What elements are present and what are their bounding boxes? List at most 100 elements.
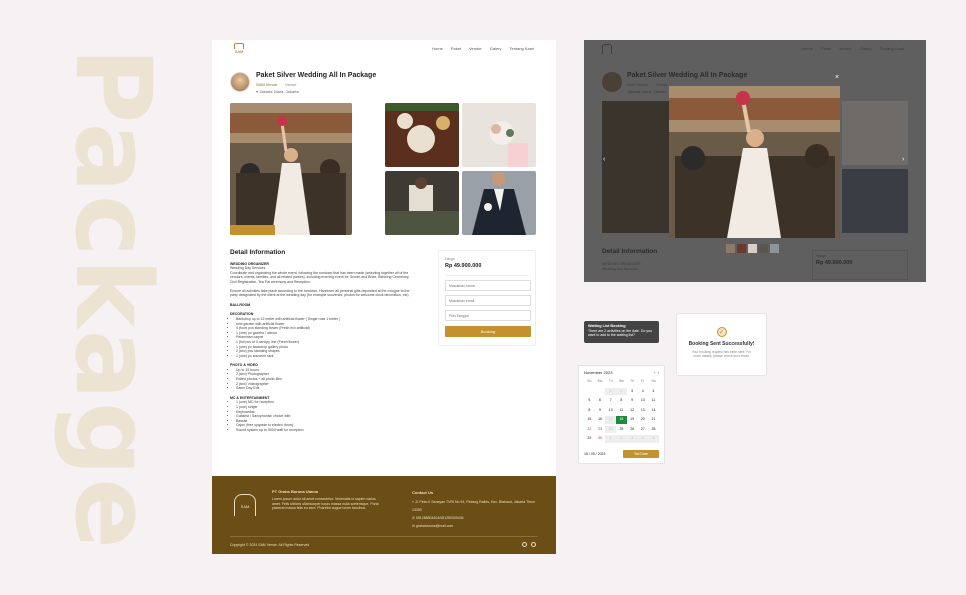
day-cell[interactable]: 27 bbox=[637, 426, 648, 434]
nav-galery[interactable]: Galery bbox=[860, 46, 872, 51]
day-cell[interactable]: 12 bbox=[627, 407, 638, 415]
day-cell[interactable]: 28 bbox=[648, 426, 659, 434]
day-cell[interactable]: 11 bbox=[616, 407, 627, 415]
thumbnail[interactable] bbox=[748, 244, 757, 253]
weekday-label: Su bbox=[587, 379, 592, 383]
weekday-label: Th bbox=[630, 379, 635, 383]
day-cell[interactable]: 22 bbox=[584, 426, 595, 434]
name-input[interactable] bbox=[445, 280, 531, 291]
booking-button[interactable]: Booking bbox=[445, 326, 531, 337]
day-cell: 1 bbox=[605, 387, 617, 395]
day-cell[interactable]: 15 bbox=[584, 416, 595, 424]
nav-menu: Home Paket Vendor Galery Tentang Kami bbox=[432, 46, 534, 51]
day-cell[interactable]: 16 bbox=[595, 416, 606, 424]
day-cell[interactable]: 8 bbox=[584, 407, 595, 415]
price-value: Rp 49.900.000 bbox=[816, 260, 853, 266]
nav-vendor[interactable]: Vendor bbox=[839, 46, 852, 51]
email-input[interactable] bbox=[445, 295, 531, 306]
success-title: Booking Sent Successfully! bbox=[688, 341, 755, 347]
detail-heading: Detail Information bbox=[602, 248, 658, 255]
nav-home[interactable]: Home bbox=[432, 46, 443, 51]
next-arrow-icon[interactable]: › bbox=[902, 156, 904, 163]
footer-divider bbox=[230, 536, 538, 537]
nav-galery[interactable]: Galery bbox=[490, 46, 502, 51]
prev-arrow-icon[interactable]: ‹ bbox=[603, 156, 605, 163]
day-cell[interactable]: 10 bbox=[637, 397, 648, 405]
decoration-list: Backdrop up to 12 meter with artificial … bbox=[230, 317, 415, 358]
thumbnail[interactable] bbox=[759, 244, 768, 253]
day-cell[interactable]: 21 bbox=[648, 416, 659, 424]
copyright: Copyright © 2024 SAM Venue. All Rights R… bbox=[230, 543, 310, 547]
gallery-photo-table[interactable] bbox=[385, 103, 459, 167]
thumbnail[interactable] bbox=[737, 244, 746, 253]
day-cell[interactable]: 4 bbox=[637, 388, 648, 396]
wo-title: WEDDING ORGANIZER bbox=[602, 262, 641, 266]
day-cell[interactable]: 14 bbox=[648, 407, 659, 415]
vendor-avatar bbox=[602, 72, 622, 92]
day-cell[interactable]: 24 bbox=[605, 425, 617, 433]
nav-vendor[interactable]: Vendor bbox=[469, 46, 482, 51]
day-cell[interactable]: 25 bbox=[616, 426, 627, 434]
day-cell[interactable]: 9 bbox=[627, 397, 638, 405]
footer-address: Jl. Pintu II Senayan TVRI No 94, Pintang… bbox=[412, 500, 535, 512]
day-cell[interactable]: 20 bbox=[637, 416, 648, 424]
nav-paket[interactable]: Paket bbox=[821, 46, 831, 51]
day-cell[interactable]: 8 bbox=[616, 397, 627, 405]
vendor-type: Venue bbox=[656, 82, 668, 87]
day-cell[interactable]: 13 bbox=[637, 407, 648, 415]
day-cell[interactable]: 7 bbox=[605, 397, 616, 405]
day-cell[interactable]: 9 bbox=[595, 407, 606, 415]
gallery-photo-flowers[interactable] bbox=[462, 103, 536, 167]
day-cell[interactable]: 5 bbox=[584, 397, 595, 405]
package-detail-page: SAM Home Paket Vendor Galery Tentang Kam… bbox=[212, 40, 556, 554]
gallery-photo-groom[interactable] bbox=[462, 171, 536, 235]
day-cell[interactable]: 29 bbox=[584, 435, 595, 443]
day-cell[interactable]: 11 bbox=[648, 397, 659, 405]
list-item: Sound system up to 5000 watt for recepti… bbox=[236, 428, 415, 433]
detail-information: Detail Information WEDDING ORGANIZER Wed… bbox=[230, 250, 415, 433]
calendar-grid: Su Mo Tu We Th Fr Sa 1 2 3 4 4 5 6 7 8 9… bbox=[584, 378, 659, 443]
date-input[interactable] bbox=[445, 310, 531, 321]
prev-month-icon[interactable]: ‹ bbox=[654, 370, 655, 375]
logo bbox=[602, 44, 612, 54]
day-cell-selected[interactable]: 18 bbox=[616, 416, 627, 424]
day-cell[interactable]: 30 bbox=[595, 435, 606, 443]
day-cell[interactable]: 10 bbox=[605, 407, 616, 415]
day-cell[interactable]: 3 bbox=[627, 388, 638, 396]
footer-email[interactable]: grahabaruna@mail.com bbox=[416, 524, 453, 528]
gallery-main-photo bbox=[602, 101, 672, 233]
month-label[interactable]: November 2023 bbox=[584, 370, 612, 375]
background-word: Package bbox=[52, 47, 174, 551]
day-cell: 3 bbox=[626, 435, 638, 443]
thumbnail[interactable] bbox=[726, 244, 735, 253]
day-cell[interactable]: 17 bbox=[605, 416, 617, 424]
footer-phone[interactable]: 081288804404/081250309434 bbox=[416, 516, 464, 520]
day-cell[interactable]: 19 bbox=[627, 416, 638, 424]
facebook-icon[interactable] bbox=[522, 542, 527, 547]
vendor-avatar bbox=[230, 72, 250, 92]
nav-paket[interactable]: Paket bbox=[451, 46, 461, 51]
day-cell[interactable]: 23 bbox=[595, 426, 606, 434]
nav-tentang-kami[interactable]: Tentang Kami bbox=[510, 46, 534, 51]
check-icon: ✓ bbox=[716, 327, 727, 337]
logo[interactable]: SAM bbox=[232, 43, 246, 56]
nav-home[interactable]: Home bbox=[802, 46, 813, 51]
date-picker: November 2023 ‹ › Su Mo Tu We Th Fr Sa 1… bbox=[578, 365, 665, 464]
vendor-name[interactable]: SAM Venue bbox=[256, 82, 277, 87]
nav-tentang-kami[interactable]: Tentang Kami bbox=[880, 46, 904, 51]
gallery-photo-bride[interactable] bbox=[385, 171, 459, 235]
vendor-name[interactable]: SAM Venue bbox=[627, 82, 648, 87]
day-cell bbox=[595, 388, 606, 396]
next-month-icon[interactable]: › bbox=[658, 370, 659, 375]
gallery-modal-screen: Home Paket Vendor Galery Tentang Kami Paket … bbox=[584, 40, 926, 282]
close-icon[interactable]: × bbox=[835, 74, 839, 81]
instagram-icon[interactable] bbox=[531, 542, 536, 547]
weekday-label: Fr bbox=[641, 379, 645, 383]
day-cell[interactable]: 26 bbox=[627, 426, 638, 434]
day-cell[interactable]: 6 bbox=[595, 397, 606, 405]
day-cell[interactable]: 4 bbox=[648, 388, 659, 396]
gallery-main-photo[interactable] bbox=[230, 103, 352, 235]
set-date-button[interactable]: Set Date bbox=[623, 450, 659, 458]
thumbnail[interactable] bbox=[770, 244, 779, 253]
weekday-label: Mo bbox=[597, 379, 603, 383]
